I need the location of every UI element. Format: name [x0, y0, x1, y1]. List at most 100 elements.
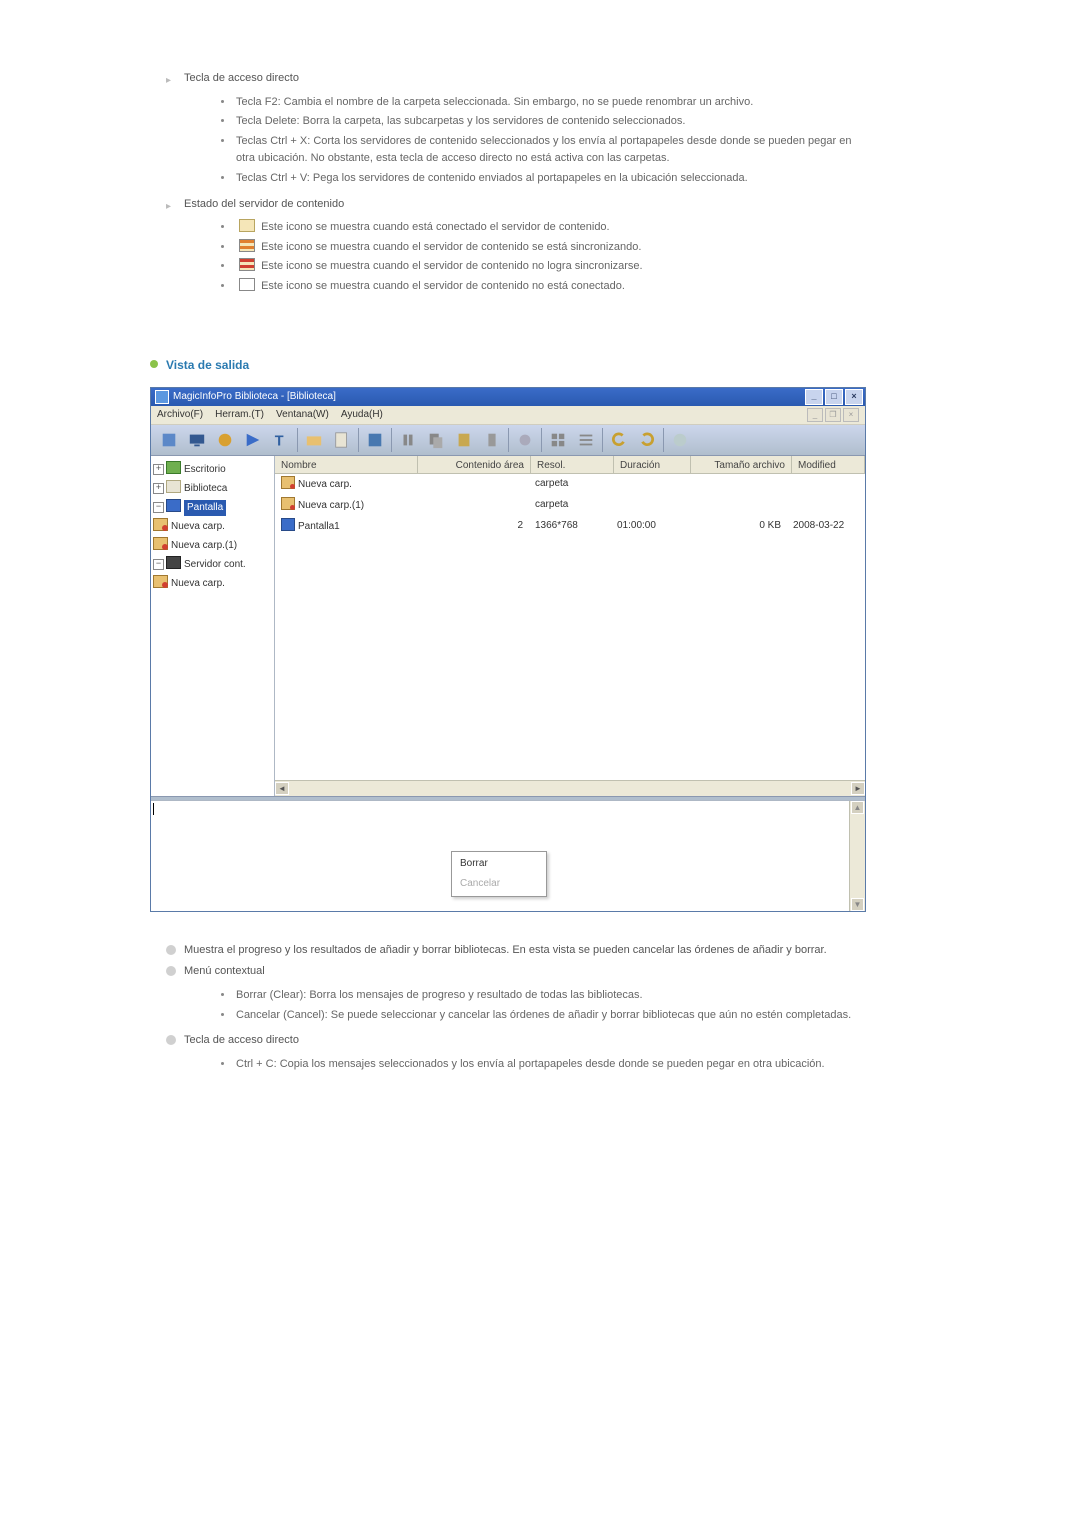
tree-newfolder-3[interactable]: Nueva carp.: [153, 574, 272, 593]
context-menu-sublist: Borrar (Clear): Borra los mensajes de pr…: [184, 987, 870, 1024]
tool-gear-icon[interactable]: [511, 427, 539, 453]
dot-icon: [166, 945, 176, 955]
list-row[interactable]: Nueva carp. carpeta: [275, 474, 865, 495]
screen-icon: [281, 518, 295, 531]
tool-delete-icon[interactable]: [478, 427, 506, 453]
output-view-notes: Muestra el progreso y los resultados de …: [150, 942, 870, 1074]
col-size[interactable]: Tamaño archivo: [691, 456, 792, 473]
tool-refresh-icon[interactable]: [155, 427, 183, 453]
tool-new-icon[interactable]: [328, 427, 356, 453]
shortcut-heading-text: Tecla de acceso directo: [184, 72, 299, 84]
list-h-scrollbar[interactable]: ◄ ►: [275, 780, 865, 796]
tool-view-large-icon[interactable]: [544, 427, 572, 453]
shortcut-ctrl-v: Teclas Ctrl + V: Pega los servidores de …: [234, 170, 870, 188]
tool-paste-icon[interactable]: [450, 427, 478, 453]
shortcut-heading-item: ▸ Tecla de acceso directo Tecla F2: Camb…: [166, 70, 870, 188]
menu-window[interactable]: Ventana(W): [276, 407, 329, 423]
folder-icon: [281, 476, 295, 489]
ctx-clear-item[interactable]: Borrar: [454, 854, 544, 874]
status-syncing-text: Este icono se muestra cuando el servidor…: [261, 241, 641, 253]
tree-newfolder-1[interactable]: Nueva carp.: [153, 517, 272, 536]
menu-help[interactable]: Ayuda(H): [341, 407, 383, 423]
col-resol[interactable]: Resol.: [531, 456, 614, 473]
shortcut-ctrl-c: Ctrl + C: Copia los mensajes seleccionad…: [234, 1056, 870, 1074]
ctx-cancel-desc: Cancelar (Cancel): Se puede seleccionar …: [234, 1007, 870, 1025]
close-button[interactable]: ×: [845, 389, 863, 405]
tree-library[interactable]: +Biblioteca: [153, 479, 272, 498]
scroll-right-icon[interactable]: ►: [851, 782, 865, 795]
tree-screen[interactable]: −Pantalla: [153, 498, 272, 517]
shortcut-note: Tecla de acceso directo Ctrl + C: Copia …: [166, 1032, 870, 1073]
tool-view-list-icon[interactable]: [572, 427, 600, 453]
tool-info-icon[interactable]: [666, 427, 694, 453]
tool-arrow-icon[interactable]: [239, 427, 267, 453]
text-caret: [153, 803, 154, 815]
document-body: ▸ Tecla de acceso directo Tecla F2: Camb…: [150, 70, 870, 1073]
tree-pane[interactable]: +Escritorio +Biblioteca −Pantalla Nueva …: [151, 456, 275, 796]
tree-desktop[interactable]: +Escritorio: [153, 460, 272, 479]
col-area[interactable]: Contenido área: [418, 456, 531, 473]
window-title: MagicInfoPro Biblioteca - [Biblioteca]: [173, 389, 336, 405]
col-mod[interactable]: Modified: [792, 456, 865, 473]
list-row[interactable]: Pantalla1 2 1366*768 01:00:00 0 KB 2008-…: [275, 516, 865, 537]
mdi-restore-button[interactable]: ❐: [825, 408, 841, 422]
output-view-note-intro-text: Muestra el progreso y los resultados de …: [184, 944, 827, 956]
tool-undo-icon[interactable]: [605, 427, 633, 453]
tool-cut-icon[interactable]: [394, 427, 422, 453]
dot-icon: [166, 966, 176, 976]
tree-server[interactable]: −Servidor cont.: [153, 555, 272, 574]
tool-text-icon[interactable]: T: [267, 427, 295, 453]
context-menu-note: Menú contextual Borrar (Clear): Borra lo…: [166, 963, 870, 1024]
list-row[interactable]: Nueva carp.(1) carpeta: [275, 495, 865, 516]
app-window: MagicInfoPro Biblioteca - [Biblioteca] _…: [150, 387, 866, 912]
output-pane[interactable]: ▲ ▼ Borrar Cancelar: [151, 800, 865, 911]
col-dur[interactable]: Duración: [614, 456, 691, 473]
server-syncing-icon: [239, 239, 255, 252]
list-header[interactable]: Nombre Contenido área Resol. Duración Ta…: [275, 456, 865, 474]
app-icon: [155, 390, 169, 404]
status-heading-item: ▸ Estado del servidor de contenido Este …: [166, 196, 870, 296]
menu-file[interactable]: Archivo(F): [157, 407, 203, 423]
shortcut-f2: Tecla F2: Cambia el nombre de la carpeta…: [234, 94, 870, 112]
scroll-down-icon[interactable]: ▼: [851, 898, 864, 911]
server-sync-fail-icon: [239, 258, 255, 271]
arrow-icon: ▸: [166, 199, 176, 209]
ctx-cancel-item: Cancelar: [454, 874, 544, 894]
tool-copy-icon[interactable]: [422, 427, 450, 453]
maximize-button[interactable]: □: [825, 389, 843, 405]
scroll-left-icon[interactable]: ◄: [275, 782, 289, 795]
mdi-minimize-button[interactable]: _: [807, 408, 823, 422]
tool-redo-icon[interactable]: [633, 427, 661, 453]
shortcut-sublist: Tecla F2: Cambia el nombre de la carpeta…: [184, 94, 870, 188]
tool-monitor-icon[interactable]: [183, 427, 211, 453]
status-disconnected: Este icono se muestra cuando el servidor…: [234, 278, 870, 296]
scroll-up-icon[interactable]: ▲: [851, 801, 864, 814]
titlebar[interactable]: MagicInfoPro Biblioteca - [Biblioteca] _…: [151, 388, 865, 406]
shortcut-note-heading: Tecla de acceso directo: [184, 1034, 299, 1046]
output-v-scrollbar[interactable]: ▲ ▼: [849, 801, 865, 911]
server-disconnected-icon: [239, 278, 255, 291]
shortcut-status-list: ▸ Tecla de acceso directo Tecla F2: Camb…: [150, 70, 870, 296]
ctx-clear-desc: Borrar (Clear): Borra los mensajes de pr…: [234, 987, 870, 1005]
status-sublist: Este icono se muestra cuando está conect…: [184, 219, 870, 295]
context-menu-heading: Menú contextual: [184, 965, 265, 977]
status-disconnected-text: Este icono se muestra cuando el servidor…: [261, 280, 625, 292]
output-view-note-intro: Muestra el progreso y los resultados de …: [166, 942, 870, 960]
tree-newfolder-2[interactable]: Nueva carp.(1): [153, 536, 272, 555]
menu-tools[interactable]: Herram.(T): [215, 407, 264, 423]
status-syncing: Este icono se muestra cuando el servidor…: [234, 239, 870, 257]
tool-save-icon[interactable]: [361, 427, 389, 453]
list-pane[interactable]: Nombre Contenido área Resol. Duración Ta…: [275, 456, 865, 796]
status-fail: Este icono se muestra cuando el servidor…: [234, 258, 870, 276]
tool-globe-icon[interactable]: [211, 427, 239, 453]
context-menu: Borrar Cancelar: [451, 851, 547, 897]
minimize-button[interactable]: _: [805, 389, 823, 405]
status-fail-text: Este icono se muestra cuando el servidor…: [261, 260, 643, 272]
svg-text:T: T: [275, 433, 284, 449]
shortcut-sublist-2: Ctrl + C: Copia los mensajes seleccionad…: [184, 1056, 870, 1074]
tool-folder-up-icon[interactable]: [300, 427, 328, 453]
output-view-heading: Vista de salida: [150, 356, 870, 375]
mdi-close-button[interactable]: ×: [843, 408, 859, 422]
toolbar: T: [151, 425, 865, 456]
col-name[interactable]: Nombre: [275, 456, 418, 473]
